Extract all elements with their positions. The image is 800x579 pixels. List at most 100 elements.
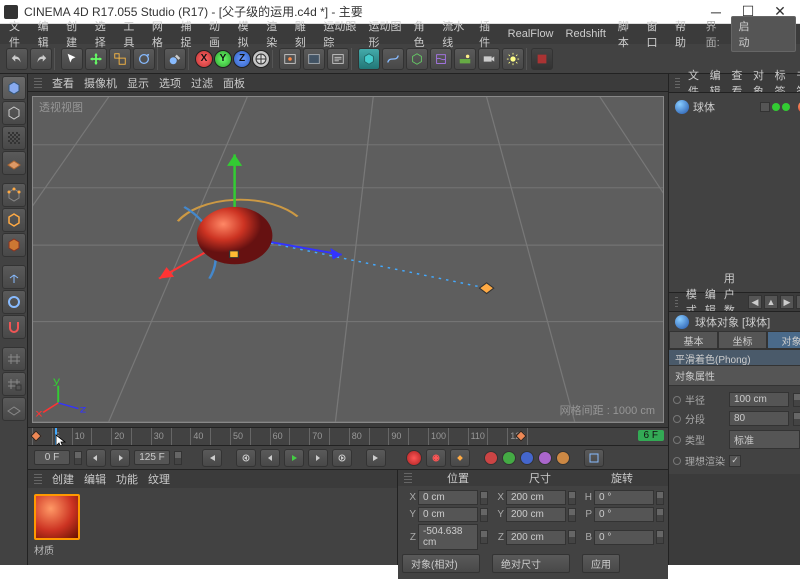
prev-frame-button[interactable] [260,449,280,467]
workplane-button[interactable] [2,347,26,371]
size-y-field[interactable]: 200 cm [506,507,566,522]
view-menu-filter[interactable]: 过滤 [191,75,213,91]
scale-tool[interactable] [109,48,131,70]
range-right-button[interactable] [110,449,130,467]
mat-menu-func[interactable]: 功能 [116,471,138,487]
size-x-field[interactable]: 200 cm [506,490,566,505]
tree-item-sphere[interactable]: 球体 [673,97,800,117]
grip-icon[interactable] [404,473,412,483]
anim-dot[interactable] [673,457,681,465]
redo-button[interactable] [30,48,52,70]
material-list[interactable]: 材质 [28,488,397,565]
playhead[interactable] [55,428,57,445]
rot-p-field[interactable]: 0 ° [594,507,654,522]
attr-back-button[interactable]: ◀ [748,295,762,309]
anim-dot[interactable] [673,436,681,444]
view-menu-look[interactable]: 查看 [52,75,74,91]
render-picture-button[interactable] [303,48,325,70]
scale-key-button[interactable] [502,451,516,465]
menu-redshift[interactable]: Redshift [561,26,611,42]
viewport-3d[interactable]: y z x 透视视图 网格间距 : 1000 cm [32,96,664,423]
points-mode-button[interactable] [2,183,26,207]
recent-tool[interactable] [164,48,186,70]
param-key-button[interactable] [538,451,552,465]
lock-y-button[interactable]: Y [214,50,232,68]
planar-workplane-button[interactable] [2,397,26,421]
enable-axis-button[interactable] [2,265,26,289]
menu-window[interactable]: 窗口 [641,16,668,52]
type-select[interactable]: 标准 [729,430,800,449]
attr-fwd-button[interactable]: ▶ [780,295,794,309]
radius-field[interactable]: 100 cm [729,392,789,407]
mat-menu-texture[interactable]: 纹理 [148,471,170,487]
rot-h-field[interactable]: 0 ° [594,490,654,505]
grip-icon[interactable] [34,474,42,484]
stepper[interactable] [793,393,800,407]
next-key-button[interactable] [332,449,352,467]
coord-system-button[interactable] [252,50,270,68]
play-button[interactable] [284,449,304,467]
material-item[interactable]: 材质 [34,494,80,559]
workplane-mode-button[interactable] [2,151,26,175]
mat-menu-edit[interactable]: 编辑 [84,471,106,487]
pos-z-field[interactable]: -504.638 cm [418,524,478,550]
timeline-ruler[interactable]: 05102030405060708090100110120 6 F [28,427,668,445]
viewport-solo-button[interactable] [2,290,26,314]
model-mode-button[interactable] [2,101,26,125]
view-menu-camera[interactable]: 摄像机 [84,75,117,91]
size-mode-select[interactable]: 绝对尺寸 [492,554,570,573]
polygons-mode-button[interactable] [2,233,26,257]
attr-tab-coord[interactable]: 坐标 [718,331,767,349]
lock-z-button[interactable]: Z [233,50,251,68]
visibility-editor-dot[interactable] [772,103,780,111]
spline-tool[interactable] [382,48,404,70]
attr-tab-phong[interactable]: 平滑着色(Phong) [669,349,800,365]
attr-menu-button[interactable]: ⋮ [796,295,800,309]
tree-item-label[interactable]: 球体 [693,99,715,115]
render-perfect-checkbox[interactable]: ✓ [729,455,741,467]
render-settings-button[interactable] [327,48,349,70]
keyframe-sel-button[interactable] [450,449,470,467]
stepper[interactable] [74,451,82,465]
apply-button[interactable]: 应用 [582,554,620,573]
anim-dot[interactable] [673,415,681,423]
rotate-tool[interactable] [133,48,155,70]
texture-mode-button[interactable] [2,126,26,150]
undo-button[interactable] [6,48,28,70]
layer-swatch[interactable] [760,102,770,112]
size-z-field[interactable]: 200 cm [506,530,566,545]
pla-key-button[interactable] [556,451,570,465]
goto-end-button[interactable] [366,449,386,467]
record-button[interactable] [406,450,422,466]
material-thumb[interactable] [34,494,80,540]
menu-sim[interactable]: 模拟 [233,16,260,52]
make-editable-button[interactable] [2,76,26,100]
attr-up-button[interactable]: ▲ [764,295,778,309]
goto-start-button[interactable] [202,449,222,467]
menu-anim[interactable]: 动画 [204,16,231,52]
next-frame-button[interactable] [308,449,328,467]
key-options-button[interactable] [584,449,604,467]
deformer-button[interactable] [430,48,452,70]
end-frame-field[interactable]: 125 F [134,450,170,465]
light-button[interactable] [502,48,524,70]
move-tool[interactable] [85,48,107,70]
view-menu-panel[interactable]: 面板 [223,75,245,91]
autokey-button[interactable] [426,449,446,467]
grip-icon[interactable] [34,78,42,88]
prev-key-button[interactable] [236,449,256,467]
mat-menu-create[interactable]: 创建 [52,471,74,487]
menu-help[interactable]: 帮助 [670,16,697,52]
object-tree[interactable]: 球体 [669,92,800,292]
range-left-button[interactable] [86,449,106,467]
camera-button[interactable] [478,48,500,70]
anim-dot[interactable] [673,396,681,404]
stepper[interactable] [793,412,800,426]
visibility-render-dot[interactable] [782,103,790,111]
environment-button[interactable] [454,48,476,70]
stepper[interactable] [174,451,182,465]
lock-x-button[interactable]: X [195,50,213,68]
view-menu-options[interactable]: 选项 [159,75,181,91]
layout-select[interactable]: 启动 [731,16,796,52]
pos-key-button[interactable] [484,451,498,465]
